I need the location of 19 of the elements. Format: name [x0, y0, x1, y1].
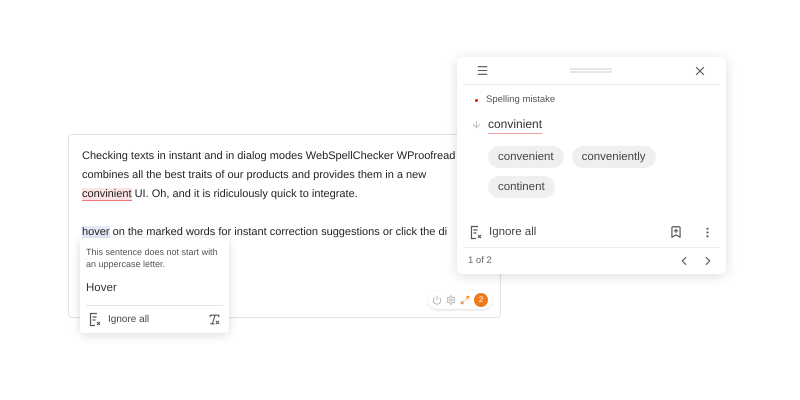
- ignore-icon: [469, 224, 483, 240]
- paragraph: Checking texts in instant and in dialog modes WebSpellChecker WProofread combines all the best traits of our products and provides them in a new convinient UI. Oh, and it is ridiculously quick to integrate.: [82, 149, 456, 203]
- misspelled-word: convinient: [488, 115, 542, 134]
- tooltip-message: This sentence does not start with an uppercase letter.: [86, 246, 219, 270]
- ignore-icon: [88, 312, 102, 328]
- menu-icon[interactable]: [476, 64, 489, 77]
- pager-text: 1 of 2: [468, 254, 492, 268]
- suggestion-chip[interactable]: conveniently: [572, 146, 656, 168]
- suggestion-chip[interactable]: convenient: [488, 146, 564, 168]
- ignore-all-button[interactable]: Ignore all: [88, 312, 150, 328]
- ignore-all-button[interactable]: Ignore all: [469, 224, 536, 241]
- add-to-dictionary-icon[interactable]: [669, 225, 683, 240]
- expand-icon[interactable]: [460, 295, 470, 305]
- arrow-down-icon: [471, 119, 482, 130]
- suggestion-item[interactable]: Hover: [86, 280, 117, 298]
- category-label: Spelling mistake: [486, 93, 556, 107]
- clear-format-icon[interactable]: [208, 313, 221, 326]
- suggestion-chip[interactable]: continent: [488, 176, 555, 198]
- drag-handle-icon[interactable]: [570, 68, 612, 73]
